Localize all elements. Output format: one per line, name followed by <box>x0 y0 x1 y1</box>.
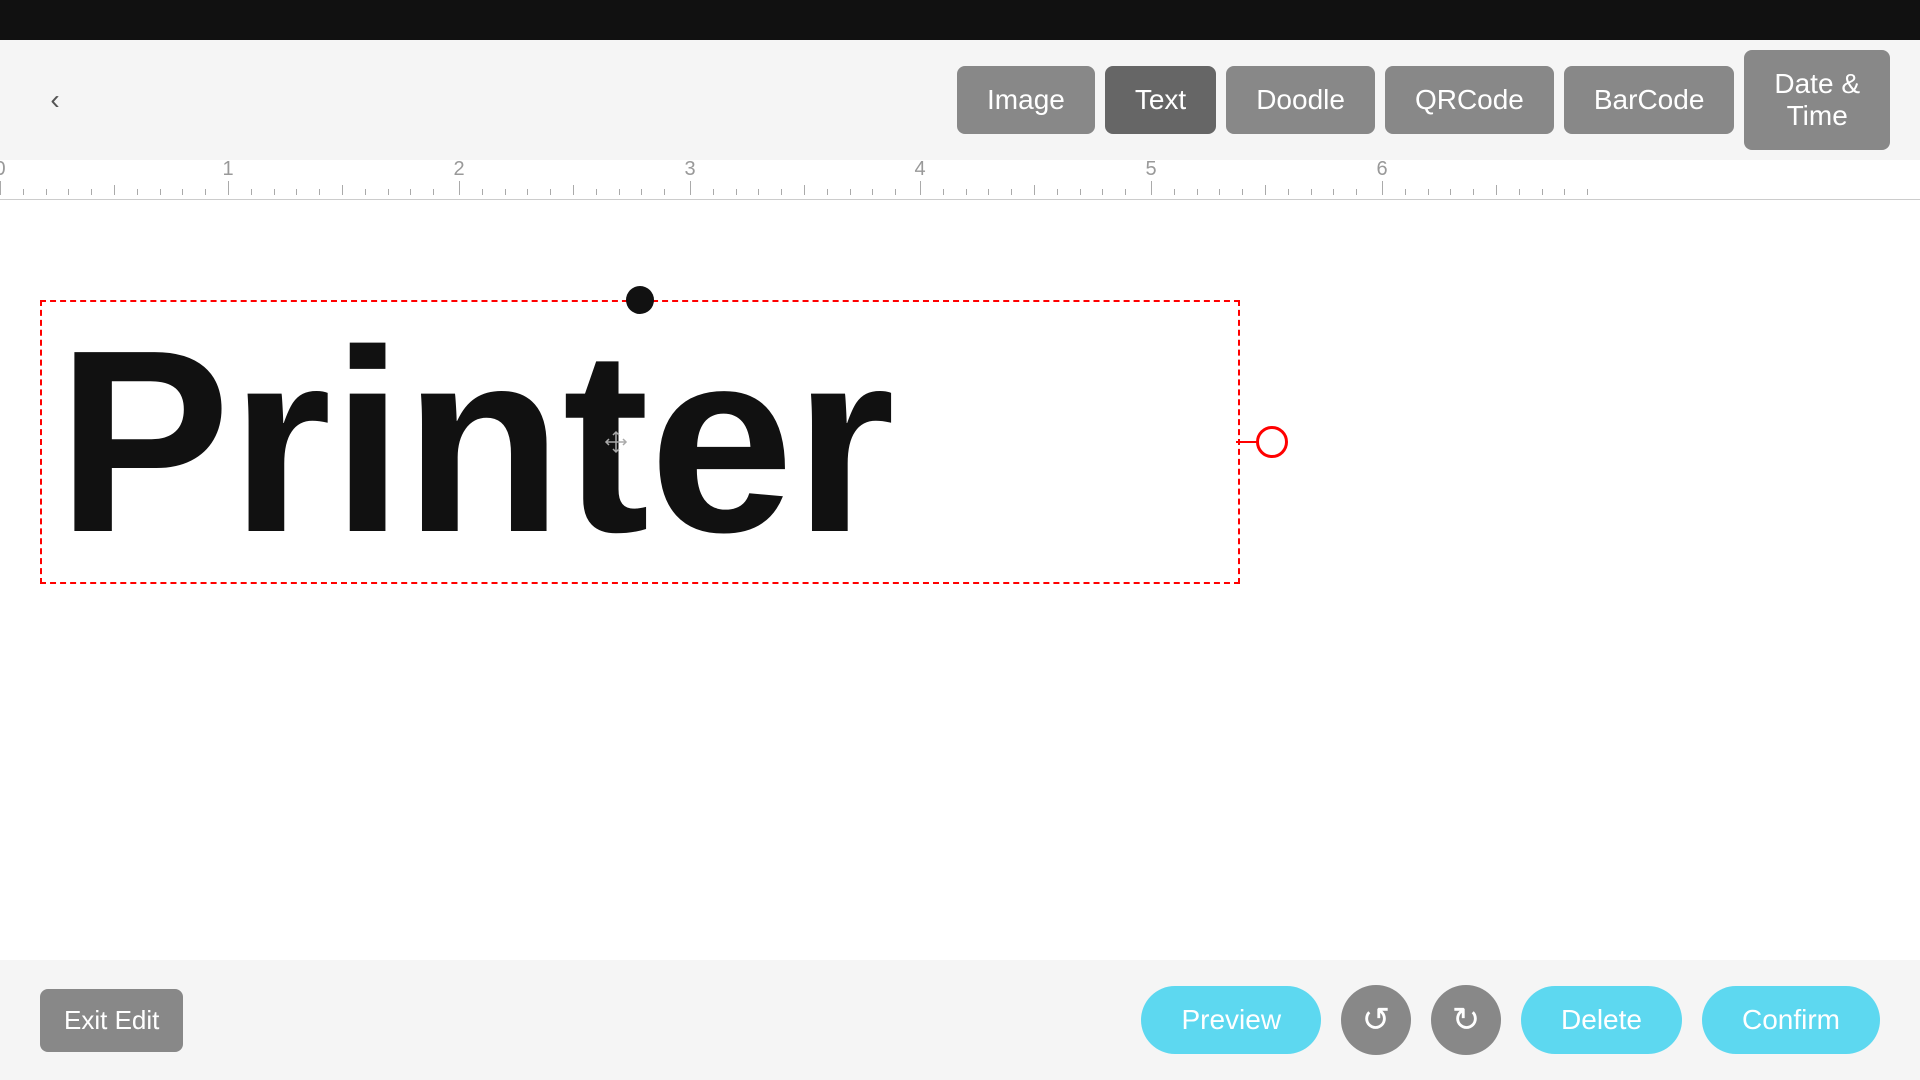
bottom-right: Preview Delete Confirm <box>1141 985 1880 1055</box>
ruler-subtick <box>1428 189 1429 195</box>
ruler-subtick <box>872 189 873 195</box>
confirm-button[interactable]: Confirm <box>1702 986 1880 1054</box>
ruler-subtick <box>1011 189 1012 195</box>
ruler-subtick <box>895 189 896 195</box>
ruler-subtick <box>966 189 967 195</box>
ruler-subtick <box>943 189 944 195</box>
header: ‹ Image Text Doodle QRCode BarCode Date … <box>0 40 1920 160</box>
ruler-subtick <box>713 189 714 195</box>
ruler-subtick <box>433 189 434 195</box>
ruler-subtick <box>1242 189 1243 195</box>
ruler-subtick <box>319 189 320 195</box>
ruler-subtick <box>46 189 47 195</box>
ruler-subtick <box>91 189 92 195</box>
undo-icon <box>1362 1000 1391 1040</box>
ruler-subtick <box>251 189 252 195</box>
ruler-subtick <box>160 189 161 195</box>
ruler-subtick <box>1102 189 1103 195</box>
redo-icon <box>1452 1000 1481 1040</box>
ruler-subtick <box>1288 189 1289 195</box>
selection-box: Printer <box>40 300 1240 584</box>
ruler-subtick <box>641 189 642 195</box>
ruler-subtick <box>850 189 851 195</box>
ruler-subtick <box>527 189 528 195</box>
doodle-button[interactable]: Doodle <box>1226 66 1375 134</box>
barcode-button[interactable]: BarCode <box>1564 66 1735 134</box>
qrcode-button[interactable]: QRCode <box>1385 66 1554 134</box>
bottom-toolbar: Exit Edit Preview Delete Confirm <box>0 960 1920 1080</box>
ruler-subtick <box>388 189 389 195</box>
ruler-subtick <box>664 189 665 195</box>
ruler-subtick <box>114 185 115 195</box>
handle-top-center[interactable] <box>626 286 654 314</box>
back-button[interactable]: ‹ <box>30 75 80 125</box>
handle-right-middle[interactable] <box>1256 426 1288 458</box>
ruler-subtick <box>781 189 782 195</box>
ruler-subtick <box>1174 189 1175 195</box>
redo-button[interactable] <box>1431 985 1501 1055</box>
ruler-subtick <box>1311 189 1312 195</box>
ruler-subtick <box>596 189 597 195</box>
ruler-subtick <box>68 189 69 195</box>
ruler-subtick <box>827 189 828 195</box>
ruler-subtick <box>988 189 989 195</box>
bottom-left: Exit Edit <box>40 989 183 1052</box>
text-element-wrapper[interactable]: Printer <box>40 300 1240 584</box>
ruler-subtick <box>137 189 138 195</box>
ruler-subtick <box>1405 189 1406 195</box>
ruler-subtick <box>1496 185 1497 195</box>
image-button[interactable]: Image <box>957 66 1095 134</box>
ruler-subtick <box>736 189 737 195</box>
text-button[interactable]: Text <box>1105 66 1216 134</box>
ruler-subtick <box>1587 189 1588 195</box>
ruler-subtick <box>410 189 411 195</box>
ruler-subtick <box>1542 189 1543 195</box>
ruler-subtick <box>205 189 206 195</box>
ruler-subtick <box>1473 189 1474 195</box>
toolbar-buttons: Image Text Doodle QRCode BarCode Date &T… <box>957 50 1890 150</box>
ruler-subtick <box>573 185 574 195</box>
ruler-subtick <box>342 185 343 195</box>
ruler-subtick <box>1219 189 1220 195</box>
ruler: 0123456 <box>0 160 1920 200</box>
ruler-subtick <box>758 189 759 195</box>
top-bar <box>0 0 1920 40</box>
text-element-text: Printer <box>42 302 1238 582</box>
ruler-subtick <box>365 189 366 195</box>
ruler-subtick <box>23 189 24 195</box>
ruler-subtick <box>274 189 275 195</box>
ruler-subtick <box>1034 185 1035 195</box>
ruler-subtick <box>482 189 483 195</box>
delete-button[interactable]: Delete <box>1521 986 1682 1054</box>
ruler-subtick <box>1564 189 1565 195</box>
ruler-subtick <box>1356 189 1357 195</box>
ruler-subtick <box>1197 189 1198 195</box>
ruler-subtick <box>619 189 620 195</box>
ruler-inner: 0123456 <box>0 160 1920 195</box>
exit-edit-button[interactable]: Exit Edit <box>40 989 183 1052</box>
ruler-subtick <box>1080 189 1081 195</box>
ruler-subtick <box>1125 189 1126 195</box>
ruler-subtick <box>1265 185 1266 195</box>
ruler-subtick <box>182 189 183 195</box>
ruler-subtick <box>1450 189 1451 195</box>
ruler-subtick <box>1057 189 1058 195</box>
undo-button[interactable] <box>1341 985 1411 1055</box>
datetime-button[interactable]: Date &Time <box>1744 50 1890 150</box>
ruler-subtick <box>505 189 506 195</box>
ruler-subtick <box>804 185 805 195</box>
ruler-subtick <box>1519 189 1520 195</box>
preview-button[interactable]: Preview <box>1141 986 1321 1054</box>
canvas-area: Printer <box>0 200 1920 960</box>
ruler-subtick <box>550 189 551 195</box>
ruler-subtick <box>296 189 297 195</box>
ruler-subtick <box>1333 189 1334 195</box>
